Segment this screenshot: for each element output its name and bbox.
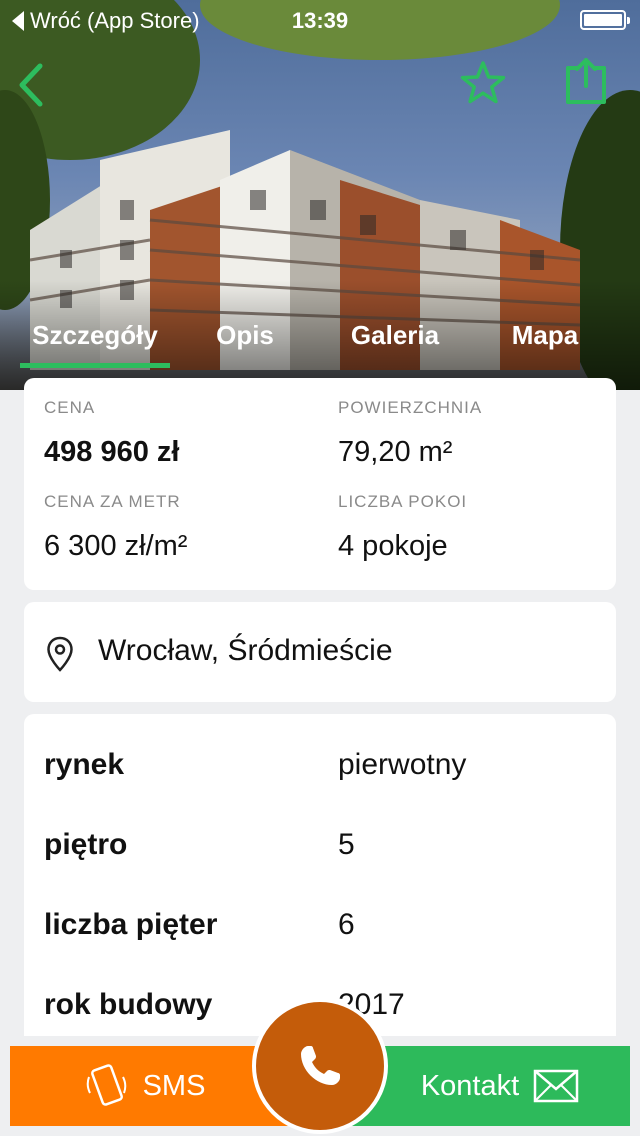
- price-value: 498 960 zł: [44, 436, 180, 468]
- detail-value-rynek: pierwotny: [338, 748, 467, 781]
- favorite-button[interactable]: [460, 60, 506, 106]
- detail-key-pietro: piętro: [44, 828, 128, 861]
- chevron-left-icon: [19, 63, 43, 107]
- summary-card: CENA 498 960 zł POWIERZCHNIA 79,20 m² CE…: [24, 378, 616, 590]
- tab-label: Mapa: [511, 320, 579, 350]
- price-per-meter-value: 6 300 zł/m²: [44, 530, 188, 562]
- star-icon: [460, 61, 506, 104]
- share-button[interactable]: [562, 56, 610, 106]
- location-pin-icon: [47, 636, 73, 672]
- tab-opis[interactable]: Opis: [200, 312, 290, 368]
- envelope-icon: [533, 1069, 579, 1103]
- tab-mapa[interactable]: Mapa: [494, 312, 596, 368]
- tab-label: Opis: [216, 320, 274, 350]
- detail-value-liczba-pieter: 6: [338, 908, 355, 941]
- detail-value-pietro: 5: [338, 828, 355, 861]
- phone-icon: [301, 1046, 340, 1085]
- clock: 13:39: [291, 8, 349, 33]
- contact-label: Kontakt: [420, 1069, 520, 1102]
- share-icon: [566, 58, 606, 104]
- location-card[interactable]: Wrocław, Śródmieście: [24, 602, 616, 702]
- tab-label: Szczegóły: [32, 320, 158, 350]
- tab-label: Galeria: [350, 320, 440, 350]
- tab-szczegoly[interactable]: Szczegóły: [20, 312, 170, 368]
- area-label: POWIERZCHNIA: [338, 398, 483, 417]
- detail-key-liczba-pieter: liczba pięter: [44, 908, 218, 941]
- area-value: 79,20 m²: [338, 436, 453, 468]
- price-label: CENA: [44, 398, 96, 417]
- rooms-value: 4 pokoje: [338, 530, 448, 562]
- detail-key-rok-budowy: rok budowy: [44, 988, 213, 1021]
- back-button[interactable]: [14, 62, 54, 108]
- rooms-label: LICZBA POKOI: [338, 492, 468, 511]
- location-text: Wrocław, Śródmieście: [98, 634, 393, 667]
- sms-label: SMS: [142, 1069, 206, 1102]
- call-button[interactable]: [252, 998, 388, 1134]
- price-per-meter-label: CENA ZA METR: [44, 492, 181, 511]
- mobile-phone-icon: [86, 1064, 126, 1106]
- tab-bar: Szczegóły Opis Galeria Mapa: [0, 312, 640, 372]
- detail-key-rynek: rynek: [44, 748, 125, 781]
- battery-icon: [580, 10, 630, 30]
- status-bar: Wróć (App Store) 13:39: [0, 0, 640, 40]
- tab-galeria[interactable]: Galeria: [334, 312, 456, 368]
